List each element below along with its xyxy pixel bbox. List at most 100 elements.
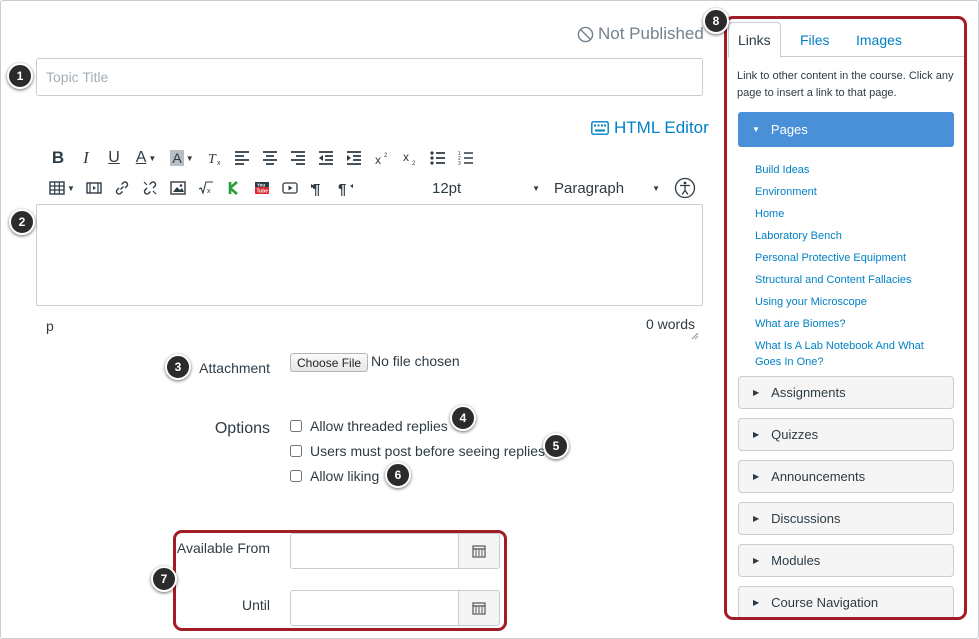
chevron-down-icon: ▼ bbox=[148, 153, 157, 163]
chevron-down-icon: ▼ bbox=[532, 183, 540, 193]
kaltura-button[interactable] bbox=[220, 176, 248, 200]
sidebar-highlight bbox=[724, 16, 967, 620]
unlink-button[interactable] bbox=[136, 176, 164, 200]
image-icon bbox=[170, 181, 186, 195]
callout-badge: 8 bbox=[703, 8, 729, 34]
paragraph-rtl-icon: ¶ bbox=[338, 181, 353, 196]
svg-text:You: You bbox=[257, 182, 265, 187]
chevron-down-icon: ▼ bbox=[652, 183, 660, 193]
editor-toolbar-row-1: B I U A ▼ A ▼ Tx x2 x2 123 bbox=[44, 146, 480, 170]
rtl-button[interactable]: ¶ bbox=[332, 176, 360, 200]
table-icon bbox=[49, 181, 65, 195]
link-button[interactable] bbox=[108, 176, 136, 200]
html-editor-toggle[interactable]: HTML Editor bbox=[591, 118, 709, 138]
underline-button[interactable]: U bbox=[100, 146, 128, 170]
svg-text:x: x bbox=[375, 153, 381, 166]
word-count: 0 words bbox=[645, 316, 695, 332]
bullet-list-icon bbox=[430, 151, 445, 165]
callout-badge: 3 bbox=[165, 354, 191, 380]
text-color-icon: A bbox=[135, 149, 147, 166]
not-published-icon bbox=[577, 26, 594, 42]
svg-text:2: 2 bbox=[384, 153, 388, 159]
clear-formatting-button[interactable]: Tx bbox=[200, 146, 228, 170]
outdent-button[interactable] bbox=[312, 146, 340, 170]
superscript-button[interactable]: x2 bbox=[368, 146, 396, 170]
italic-button[interactable]: I bbox=[72, 146, 100, 170]
table-button[interactable]: ▼ bbox=[44, 176, 80, 200]
align-center-button[interactable] bbox=[256, 146, 284, 170]
indent-button[interactable] bbox=[340, 146, 368, 170]
subscript-button[interactable]: x2 bbox=[396, 146, 424, 170]
svg-text:x: x bbox=[403, 150, 409, 164]
font-size-value: 12pt bbox=[432, 179, 462, 197]
svg-text:2: 2 bbox=[412, 161, 416, 166]
media-button[interactable] bbox=[80, 176, 108, 200]
post-before-seeing-label: Users must post before seeing replies bbox=[310, 443, 545, 459]
allow-liking-label: Allow liking bbox=[310, 468, 380, 484]
html-editor-label: HTML Editor bbox=[614, 118, 709, 137]
option-threaded-replies[interactable]: Allow threaded replies bbox=[290, 418, 448, 434]
publish-status-label: Not Published bbox=[598, 24, 704, 43]
topic-title-input[interactable] bbox=[36, 58, 703, 96]
rich-content-editor[interactable] bbox=[36, 204, 703, 306]
block-format-value: Paragraph bbox=[554, 179, 625, 197]
square-root-icon: x bbox=[198, 181, 213, 195]
svg-text:x: x bbox=[207, 188, 211, 195]
callout-badge: 1 bbox=[7, 63, 33, 89]
clear-formatting-icon: Tx bbox=[208, 152, 221, 166]
callout-badge: 4 bbox=[450, 405, 476, 431]
post-before-seeing-checkbox[interactable] bbox=[290, 445, 302, 457]
resize-handle-icon[interactable] bbox=[689, 330, 699, 340]
svg-text:¶: ¶ bbox=[312, 181, 320, 196]
callout-badge: 6 bbox=[385, 462, 411, 488]
align-left-button[interactable] bbox=[228, 146, 256, 170]
accessibility-checker-icon[interactable] bbox=[674, 177, 696, 199]
bullet-list-button[interactable] bbox=[424, 146, 452, 170]
editor-toolbar-row-2: ▼ x You Tube ¶ ¶ bbox=[44, 176, 360, 200]
background-color-button[interactable]: A ▼ bbox=[164, 146, 200, 170]
align-left-icon bbox=[235, 151, 249, 165]
unlink-icon bbox=[143, 181, 157, 195]
kaltura-icon bbox=[228, 181, 238, 195]
attachment-label: Attachment bbox=[199, 360, 270, 376]
play-icon bbox=[282, 182, 298, 194]
outdent-icon bbox=[319, 151, 333, 165]
superscript-icon: x2 bbox=[375, 153, 388, 166]
font-size-select[interactable]: 12pt ▼ bbox=[432, 176, 540, 200]
option-post-before-seeing[interactable]: Users must post before seeing replies bbox=[290, 443, 545, 459]
equation-button[interactable]: x bbox=[192, 176, 220, 200]
bold-button[interactable]: B bbox=[44, 146, 72, 170]
callout-badge: 5 bbox=[543, 433, 569, 459]
file-status: No file chosen bbox=[371, 353, 460, 369]
ltr-button[interactable]: ¶ bbox=[304, 176, 332, 200]
align-right-button[interactable] bbox=[284, 146, 312, 170]
youtube-button[interactable]: You Tube bbox=[248, 176, 276, 200]
numbered-list-icon: 123 bbox=[458, 151, 473, 166]
svg-text:¶: ¶ bbox=[338, 181, 346, 196]
numbered-list-button[interactable]: 123 bbox=[452, 146, 480, 170]
choose-file-button[interactable]: Choose File bbox=[290, 353, 369, 372]
threaded-replies-label: Allow threaded replies bbox=[310, 418, 448, 434]
threaded-replies-checkbox[interactable] bbox=[290, 420, 302, 432]
chevron-down-icon: ▼ bbox=[185, 153, 194, 163]
align-right-icon bbox=[291, 151, 305, 165]
indent-icon bbox=[347, 151, 361, 165]
svg-text:T: T bbox=[208, 152, 217, 166]
align-center-icon bbox=[263, 151, 277, 165]
publish-status[interactable]: Not Published bbox=[577, 24, 704, 44]
link-icon bbox=[115, 181, 129, 195]
video-button[interactable] bbox=[276, 176, 304, 200]
callout-badge: 2 bbox=[9, 209, 35, 235]
image-button[interactable] bbox=[164, 176, 192, 200]
options-label: Options bbox=[214, 420, 270, 437]
option-allow-liking[interactable]: Allow liking bbox=[290, 468, 379, 484]
chevron-down-icon: ▼ bbox=[67, 183, 75, 193]
svg-text:x: x bbox=[217, 160, 221, 166]
block-format-select[interactable]: Paragraph ▼ bbox=[554, 176, 660, 200]
allow-liking-checkbox[interactable] bbox=[290, 470, 302, 482]
text-color-button[interactable]: A ▼ bbox=[128, 146, 164, 170]
availability-highlight bbox=[173, 530, 507, 631]
paragraph-ltr-icon: ¶ bbox=[311, 181, 320, 196]
youtube-icon: You Tube bbox=[255, 182, 269, 195]
background-color-icon: A bbox=[170, 150, 184, 166]
